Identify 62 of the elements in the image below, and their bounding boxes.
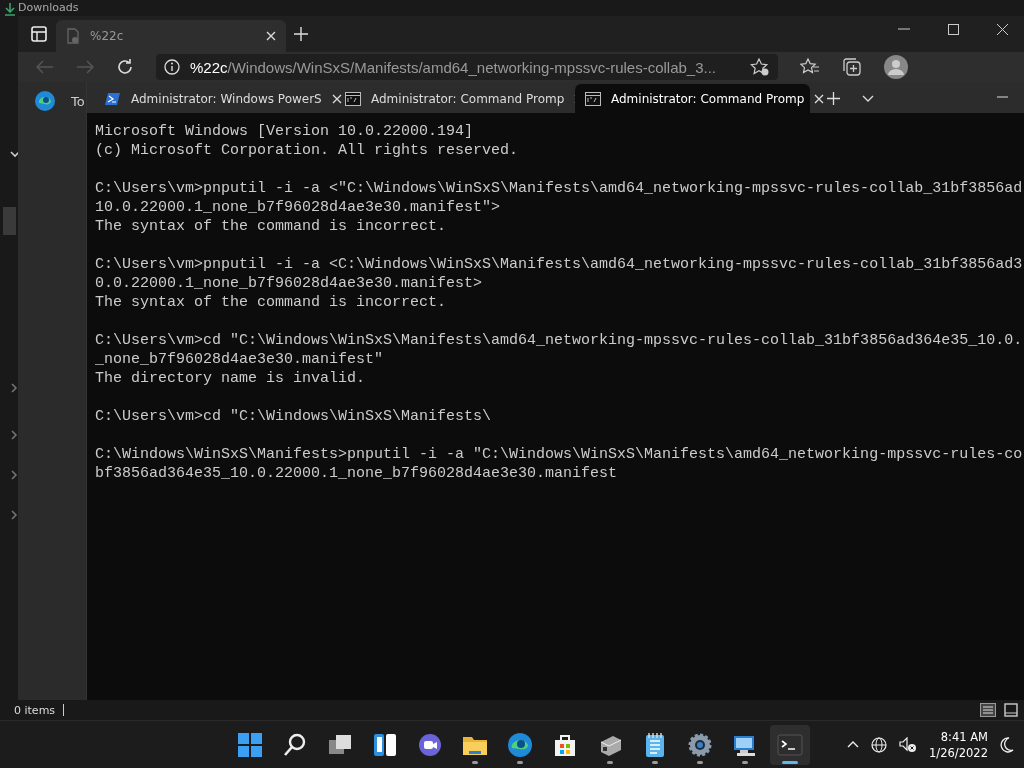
window-title: Downloads (18, 2, 79, 14)
console-line: C:\Users\vm>cd "C:\Windows\WinSxS\Manifests\amd64_networking-mpssvc-rules-collab_31bf3856ad364e35_10.0. (95, 331, 1024, 350)
address-text: %22c/Windows/WinSxS/Manifests/amd64_networking-mpssvc-rules-collab_3... (190, 58, 718, 76)
status-text: 0 items (14, 703, 56, 717)
chevron-up-icon[interactable] (847, 741, 860, 748)
command-prompt-icon (585, 91, 601, 106)
console-line: The syntax of the command is incorrect. (95, 293, 448, 312)
globe-icon[interactable] (871, 736, 888, 753)
tiles-view-icon[interactable] (1004, 703, 1018, 717)
details-view-icon[interactable] (980, 703, 996, 717)
search-icon[interactable] (282, 731, 308, 758)
console-line: C:\Users\vm>pnputil -i -a <"C:\Windows\WinSxS\Manifests\amd64_networking-mpssvc-rules-collab_31bf3856ad (95, 179, 1024, 198)
collections-icon[interactable] (842, 57, 862, 77)
minimize-icon[interactable] (997, 95, 1008, 98)
muted-speaker-icon[interactable] (899, 736, 918, 753)
clock[interactable]: 8:41 AM 1/26/2022 (929, 728, 988, 761)
taskbar-button[interactable] (770, 724, 810, 765)
tab-actions-icon[interactable] (30, 25, 48, 43)
selection-highlight (3, 207, 16, 235)
browser-tab[interactable]: %22c (56, 20, 286, 52)
console-line: (c) Microsoft Corporation. All rights reserved. (95, 141, 520, 160)
moon-icon[interactable] (1000, 736, 1014, 753)
console-line: C:\Users\vm>cd "C:\Windows\WinSxS\Manifests\ (95, 407, 493, 426)
chevron-down-icon[interactable] (10, 150, 20, 158)
address-bar[interactable]: %22c/Windows/WinSxS/Manifests/amd64_networking-mpssvc-rules-collab_3... (156, 54, 778, 80)
chevron-down-icon[interactable] (862, 95, 874, 102)
console-line: The directory name is invalid. (95, 369, 367, 388)
settings-icon[interactable] (687, 731, 713, 758)
console-line: C:\Windows\WinSxS\Manifests>pnputil -i -a "C:\Windows\WinSxS\Manifests\amd64_networking-mpssvc-rules-co (95, 445, 1024, 464)
command-prompt-icon (345, 91, 361, 106)
chat-icon[interactable] (417, 731, 443, 758)
powershell-icon (105, 91, 121, 106)
console-line: bf3856ad364e35_10.0.22000.1_none_b7f96028d4ae3e30.manifest (95, 464, 619, 483)
page-icon (66, 28, 80, 44)
start-icon[interactable] (237, 731, 263, 758)
console-line: C:\Users\vm>pnputil -i -a <C:\Windows\WinSxS\Manifests\amd64_networking-mpssvc-rules-collab_31bf3856ad3 (95, 255, 1024, 274)
refresh-icon[interactable] (116, 58, 134, 76)
console-line: 10.0.22000.1_none_b7f96028d4ae3e30.manifest"> (95, 198, 502, 217)
close-icon[interactable] (331, 93, 342, 104)
add-favorite-icon[interactable] (750, 58, 770, 76)
sidebar-text[interactable]: To (66, 93, 85, 109)
chevron-right-icon[interactable] (10, 510, 18, 520)
terminal-icon[interactable] (777, 731, 803, 758)
chevron-right-icon[interactable] (10, 430, 18, 440)
new-tab-icon[interactable] (827, 92, 840, 105)
info-icon[interactable] (164, 59, 180, 75)
close-icon[interactable] (814, 93, 825, 104)
chevron-right-icon[interactable] (10, 383, 18, 393)
terminal-tab[interactable]: Administrator: Windows PowerS (95, 84, 330, 113)
console-line: _none_b7f96028d4ae3e30.manifest" (95, 350, 385, 369)
console-line: The syntax of the command is incorrect. (95, 217, 448, 236)
chevron-right-icon[interactable] (10, 470, 18, 480)
profile-avatar-icon[interactable] (884, 55, 908, 79)
console-line: Microsoft Windows [Version 10.0.22000.194] (95, 122, 475, 141)
maximize-icon[interactable] (948, 23, 959, 35)
console-line: 0.0.22000.1_none_b7f96028d4ae3e30.manifest> (95, 274, 484, 293)
close-icon[interactable] (266, 31, 276, 41)
close-icon[interactable] (997, 23, 1008, 35)
new-tab-icon[interactable] (294, 27, 308, 41)
widgets-icon[interactable] (372, 731, 398, 758)
download-icon (4, 2, 16, 16)
favorites-icon[interactable] (800, 58, 820, 76)
